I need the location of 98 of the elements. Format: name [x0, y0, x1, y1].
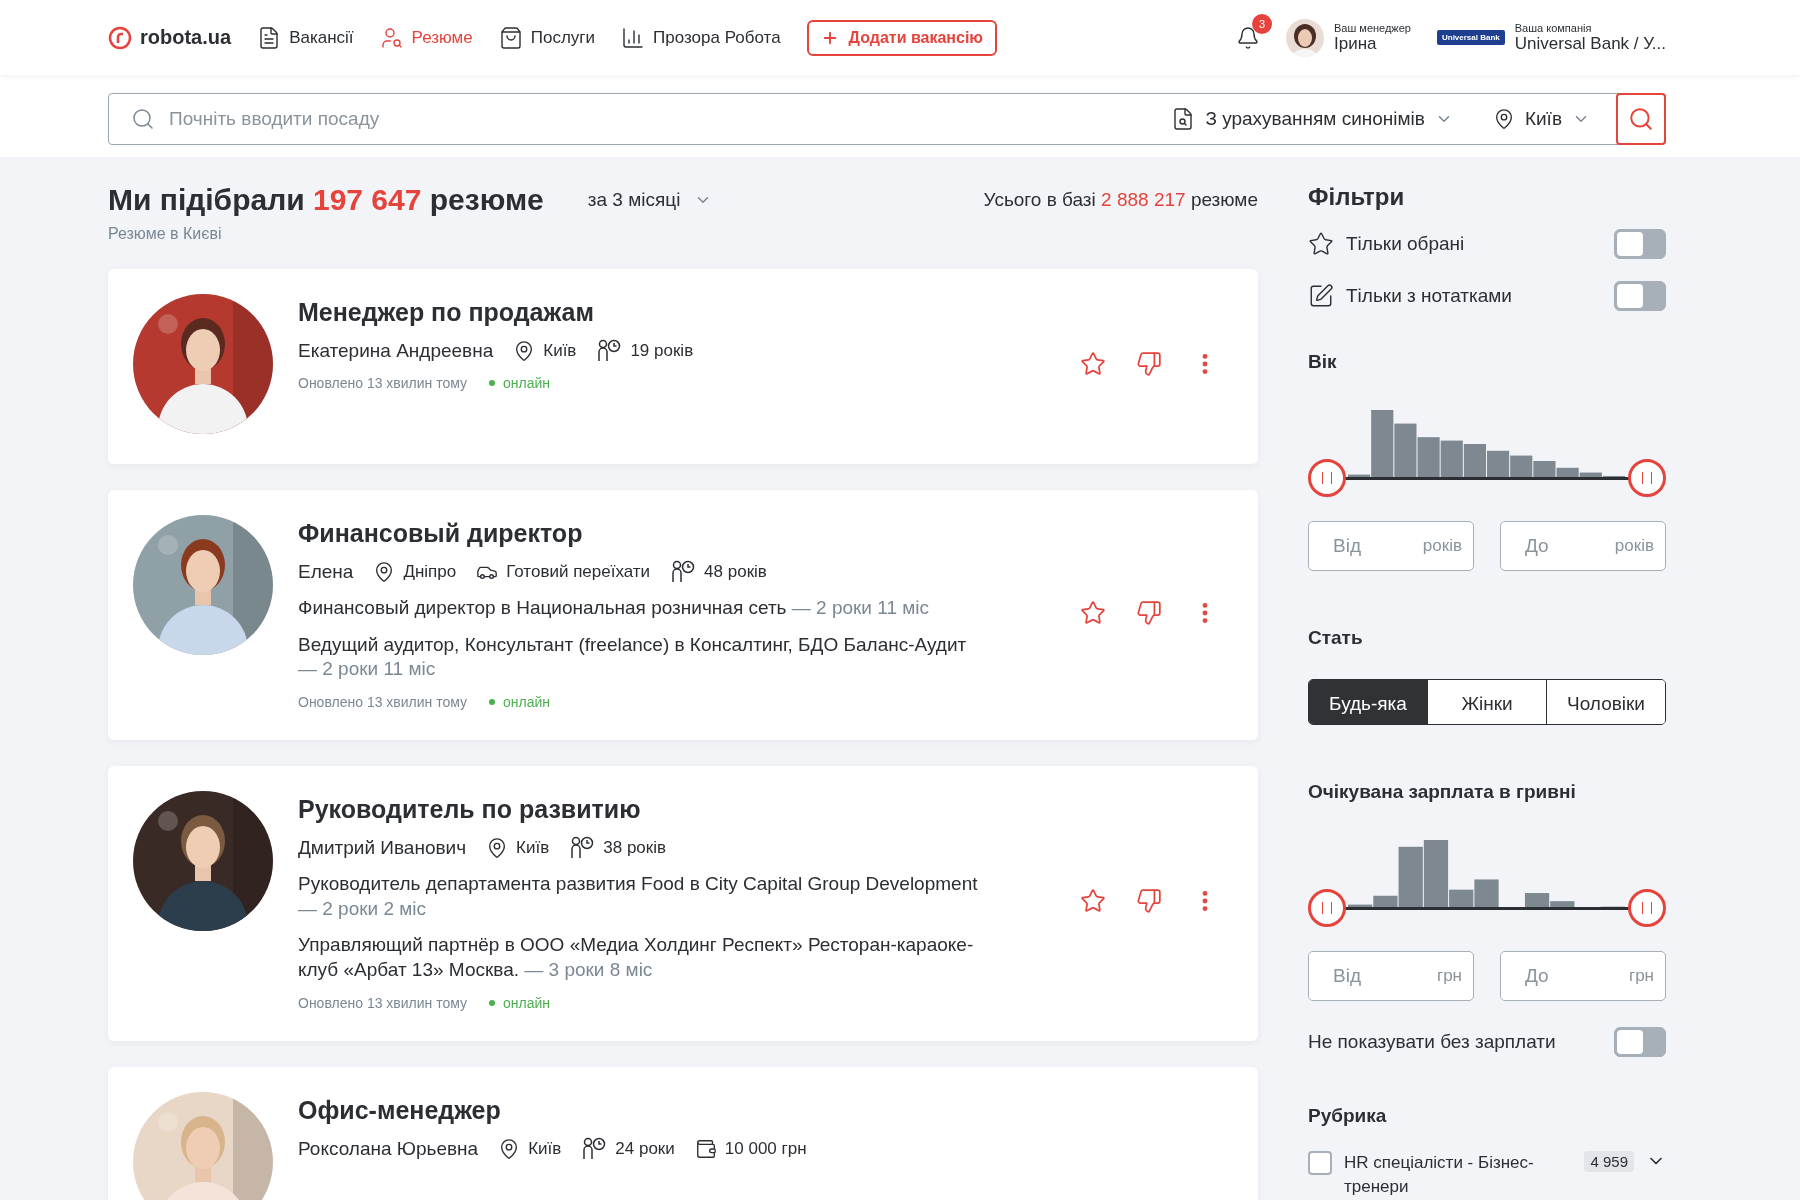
star-icon[interactable] [1080, 599, 1106, 626]
results-heading: Ми підібрали 197 647 резюме [108, 183, 544, 217]
filter-heading: Очікувана зарплата в гривні [1308, 780, 1577, 803]
logo[interactable]: robota.ua [108, 25, 232, 50]
checkbox[interactable] [1308, 1150, 1332, 1175]
notification-badge: 3 [1252, 13, 1272, 34]
slider-handle[interactable] [1628, 888, 1666, 927]
histogram-bar [1463, 444, 1486, 479]
unit-label: грн [1628, 965, 1654, 986]
nav-link[interactable]: Прозора Робота [621, 25, 781, 50]
online-status: онлайн [489, 375, 551, 391]
experience-text: Управляющий партнёр в ООО «Медиа Холдинг Респект» Ресторан-караоке-клуб «Арбат 13» Москва. — 3 роки 8 міс [298, 933, 975, 983]
company-caption: Ваша компанія [1514, 21, 1593, 34]
online-status: онлайн [489, 694, 551, 711]
toggle-switch[interactable] [1614, 1026, 1666, 1057]
rubric-label: HR спеціалісти - Бізнес-тренери [1344, 1151, 1535, 1199]
candidate-name: Екатерина Андреевна [298, 340, 494, 362]
thumbs-down-icon[interactable] [1136, 887, 1162, 914]
meta-text: 48 років [704, 562, 767, 582]
results-subtitle: Резюме в Києві [108, 225, 223, 243]
company-name: Universal Bank / У... [1514, 33, 1666, 54]
wallet-icon [694, 1137, 717, 1160]
synonyms-dropdown[interactable]: З урахуванням синонімів [1157, 107, 1467, 131]
slider-handle[interactable] [1628, 459, 1666, 498]
slider-handle[interactable] [1308, 888, 1346, 927]
histogram-bar [1487, 450, 1510, 479]
toggle-switch[interactable] [1614, 229, 1666, 259]
search-icon [131, 107, 155, 131]
manager-name: Ірина [1334, 33, 1377, 54]
resume-title[interactable]: Финансовый директор [298, 519, 1055, 548]
count-badge: 4 959 [1584, 1150, 1634, 1172]
person-clock-icon [670, 560, 697, 584]
experience-text: Руководитель департамента развития Food в City Capital Group Development — 2 роки 2 міс [298, 872, 978, 921]
filters-heading: Фільтри [1308, 183, 1406, 211]
person-clock-icon [581, 1136, 608, 1161]
experience-text: Финансовый директор в Национальная розничная сеть — 2 роки 11 міс [298, 596, 931, 620]
updated-text: Оновлено 13 хвилин тому [298, 994, 468, 1011]
filter-heading: Стать [1308, 627, 1364, 650]
slider-handle[interactable] [1308, 459, 1346, 498]
updated-text: Оновлено 13 хвилин тому [298, 375, 468, 391]
bank-logo: Universal Bank [1436, 30, 1505, 45]
city-dropdown[interactable]: Київ [1478, 108, 1604, 130]
candidate-name: Дмитрий Иванович [298, 837, 467, 860]
search-icon [1628, 106, 1654, 132]
meta-text: 19 років [630, 341, 694, 361]
histogram-bar [1394, 423, 1417, 479]
user-search-icon [379, 25, 404, 50]
total-count-text: Усього в базі 2 888 217 резюме [983, 189, 1258, 211]
star-icon[interactable] [1080, 887, 1106, 914]
resume-title[interactable]: Руководитель по развитию [298, 795, 1055, 825]
resume-title[interactable]: Менеджер по продажам [298, 298, 1055, 327]
meta-text: 38 років [603, 838, 667, 859]
meta-text: Київ [543, 341, 577, 361]
chart-icon [621, 25, 646, 50]
meta-text: 10 000 грн [724, 1138, 807, 1159]
histogram-bar [1417, 437, 1440, 479]
unit-label: років [1422, 536, 1462, 557]
candidate-name: Роксолана Юрьевна [298, 1137, 479, 1160]
bag-icon [498, 25, 523, 50]
search-button[interactable] [1616, 93, 1666, 145]
toggle-label: Тільки з нотатками [1346, 285, 1513, 307]
gender-option[interactable]: Жінки [1427, 680, 1546, 724]
meta-text: Київ [528, 1138, 562, 1159]
unit-label: грн [1436, 965, 1462, 986]
gender-option[interactable]: Будь-яка [1309, 680, 1427, 724]
toggle-switch[interactable] [1614, 281, 1666, 311]
manager-caption: Ваш менеджер [1334, 21, 1411, 34]
bell-icon[interactable] [1236, 25, 1260, 50]
person-clock-icon [596, 339, 623, 363]
unit-label: років [1614, 536, 1654, 557]
online-status: онлайн [489, 994, 551, 1011]
gender-option[interactable]: Чоловіки [1546, 680, 1665, 724]
meta-text: 24 роки [615, 1138, 675, 1159]
filter-heading: Рубрика [1308, 1104, 1388, 1127]
nav-link[interactable]: Резюме [379, 25, 473, 50]
resume-title[interactable]: Офис-менеджер [298, 1095, 1218, 1125]
star-icon[interactable] [1080, 351, 1106, 377]
updated-text: Оновлено 13 хвилин тому [298, 694, 468, 711]
star-icon [1308, 231, 1334, 257]
period-dropdown[interactable]: за 3 місяці [581, 188, 719, 212]
meta-text: Дніпро [403, 562, 457, 582]
person-clock-icon [569, 836, 596, 861]
filter-heading: Вік [1308, 351, 1338, 373]
candidate-name: Елена [298, 561, 354, 583]
nav-link[interactable]: Послуги [498, 25, 596, 50]
experience-text: Ведущий аудитор, Консультант (freelance) в Консалтинг, БДО Баланс-Аудит — 2 роки 11 міс [298, 632, 968, 682]
search-bar: Почніть вводити посаду З урахуванням синонімів Київ [108, 93, 1666, 145]
add-vacancy-button[interactable]: Додати вакансію [806, 19, 998, 56]
nav-link[interactable]: Вакансії [257, 25, 354, 50]
toggle-label: Не показувати без зарплати [1308, 1030, 1557, 1053]
histogram-bar [1510, 455, 1533, 479]
meta-text: Готовий переїхати [506, 562, 651, 582]
meta-text: Київ [516, 838, 550, 859]
histogram-bar [1440, 440, 1463, 479]
note-edit-icon [1308, 283, 1334, 309]
toggle-label: Тільки обрані [1346, 233, 1466, 255]
thumbs-down-icon[interactable] [1136, 599, 1162, 626]
thumbs-down-icon[interactable] [1136, 351, 1162, 377]
